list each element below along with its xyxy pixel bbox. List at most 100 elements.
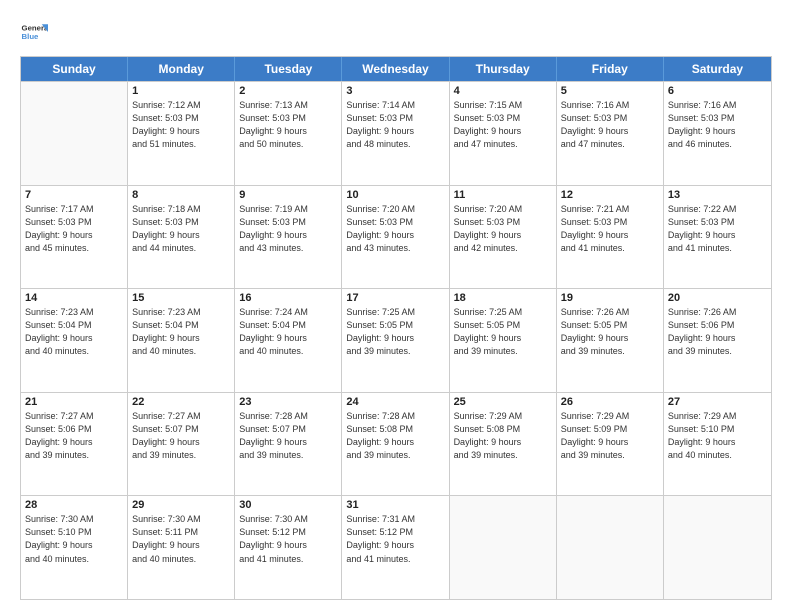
header-day-thursday: Thursday — [450, 57, 557, 81]
day-number: 16 — [239, 292, 337, 304]
cell-info: Sunrise: 7:13 AMSunset: 5:03 PMDaylight:… — [239, 99, 337, 151]
cell-info: Sunrise: 7:27 AMSunset: 5:06 PMDaylight:… — [25, 410, 123, 462]
day-number: 19 — [561, 292, 659, 304]
cell-info: Sunrise: 7:20 AMSunset: 5:03 PMDaylight:… — [346, 203, 444, 255]
day-number: 25 — [454, 396, 552, 408]
cell-info: Sunrise: 7:12 AMSunset: 5:03 PMDaylight:… — [132, 99, 230, 151]
header-day-sunday: Sunday — [21, 57, 128, 81]
calendar-header: SundayMondayTuesdayWednesdayThursdayFrid… — [21, 57, 771, 81]
calendar-cell: 8 Sunrise: 7:18 AMSunset: 5:03 PMDaylight… — [128, 186, 235, 289]
calendar-cell: 16 Sunrise: 7:24 AMSunset: 5:04 PMDayligh… — [235, 289, 342, 392]
cell-info: Sunrise: 7:23 AMSunset: 5:04 PMDaylight:… — [25, 306, 123, 358]
day-number: 26 — [561, 396, 659, 408]
calendar-cell: 26 Sunrise: 7:29 AMSunset: 5:09 PMDayligh… — [557, 393, 664, 496]
calendar-cell: 17Sunrise: 7:25 AMSunset: 5:05 PMDayligh… — [342, 289, 449, 392]
page: General Blue SundayMondayTuesdayWednesda… — [0, 0, 792, 612]
day-number: 6 — [668, 85, 767, 97]
cell-info: Sunrise: 7:25 AMSunset: 5:05 PMDaylight:… — [346, 306, 444, 358]
header-day-monday: Monday — [128, 57, 235, 81]
calendar-row-4: 21Sunrise: 7:27 AMSunset: 5:06 PMDayligh… — [21, 392, 771, 496]
day-number: 30 — [239, 499, 337, 511]
calendar-cell: 18 Sunrise: 7:25 AMSunset: 5:05 PMDayligh… — [450, 289, 557, 392]
calendar-cell: 19 Sunrise: 7:26 AMSunset: 5:05 PMDayligh… — [557, 289, 664, 392]
header: General Blue — [20, 18, 772, 46]
day-number: 2 — [239, 85, 337, 97]
day-number: 27 — [668, 396, 767, 408]
cell-info: Sunrise: 7:31 AMSunset: 5:12 PMDaylight:… — [346, 513, 444, 565]
calendar-cell — [664, 496, 771, 599]
calendar-cell: 9 Sunrise: 7:19 AMSunset: 5:03 PMDaylight… — [235, 186, 342, 289]
day-number: 24 — [346, 396, 444, 408]
calendar-cell — [21, 82, 128, 185]
calendar-row-5: 28Sunrise: 7:30 AMSunset: 5:10 PMDayligh… — [21, 495, 771, 599]
calendar-cell: 13Sunrise: 7:22 AMSunset: 5:03 PMDayligh… — [664, 186, 771, 289]
cell-info: Sunrise: 7:21 AMSunset: 5:03 PMDaylight:… — [561, 203, 659, 255]
calendar-row-1: 1 Sunrise: 7:12 AMSunset: 5:03 PMDaylight… — [21, 81, 771, 185]
calendar-cell: 24 Sunrise: 7:28 AMSunset: 5:08 PMDayligh… — [342, 393, 449, 496]
calendar-cell: 3Sunrise: 7:14 AMSunset: 5:03 PMDaylight… — [342, 82, 449, 185]
calendar-cell: 14 Sunrise: 7:23 AMSunset: 5:04 PMDayligh… — [21, 289, 128, 392]
calendar-cell: 10 Sunrise: 7:20 AMSunset: 5:03 PMDayligh… — [342, 186, 449, 289]
cell-info: Sunrise: 7:30 AMSunset: 5:11 PMDaylight:… — [132, 513, 230, 565]
day-number: 9 — [239, 189, 337, 201]
header-day-saturday: Saturday — [664, 57, 771, 81]
cell-info: Sunrise: 7:26 AMSunset: 5:06 PMDaylight:… — [668, 306, 767, 358]
calendar-cell: 31 Sunrise: 7:31 AMSunset: 5:12 PMDayligh… — [342, 496, 449, 599]
cell-info: Sunrise: 7:28 AMSunset: 5:08 PMDaylight:… — [346, 410, 444, 462]
cell-info: Sunrise: 7:28 AMSunset: 5:07 PMDaylight:… — [239, 410, 337, 462]
day-number: 20 — [668, 292, 767, 304]
cell-info: Sunrise: 7:29 AMSunset: 5:09 PMDaylight:… — [561, 410, 659, 462]
day-number: 31 — [346, 499, 444, 511]
calendar-cell: 7Sunrise: 7:17 AMSunset: 5:03 PMDaylight… — [21, 186, 128, 289]
calendar-cell: 15Sunrise: 7:23 AMSunset: 5:04 PMDayligh… — [128, 289, 235, 392]
day-number: 3 — [346, 85, 444, 97]
header-day-friday: Friday — [557, 57, 664, 81]
cell-info: Sunrise: 7:27 AMSunset: 5:07 PMDaylight:… — [132, 410, 230, 462]
calendar-cell: 6 Sunrise: 7:16 AMSunset: 5:03 PMDaylight… — [664, 82, 771, 185]
day-number: 5 — [561, 85, 659, 97]
day-number: 8 — [132, 189, 230, 201]
calendar-cell: 11 Sunrise: 7:20 AMSunset: 5:03 PMDayligh… — [450, 186, 557, 289]
cell-info: Sunrise: 7:23 AMSunset: 5:04 PMDaylight:… — [132, 306, 230, 358]
day-number: 12 — [561, 189, 659, 201]
logo-icon: General Blue — [20, 18, 48, 46]
cell-info: Sunrise: 7:26 AMSunset: 5:05 PMDaylight:… — [561, 306, 659, 358]
cell-info: Sunrise: 7:16 AMSunset: 5:03 PMDaylight:… — [668, 99, 767, 151]
day-number: 1 — [132, 85, 230, 97]
day-number: 28 — [25, 499, 123, 511]
day-number: 23 — [239, 396, 337, 408]
cell-info: Sunrise: 7:19 AMSunset: 5:03 PMDaylight:… — [239, 203, 337, 255]
day-number: 13 — [668, 189, 767, 201]
calendar-cell — [557, 496, 664, 599]
cell-info: Sunrise: 7:24 AMSunset: 5:04 PMDaylight:… — [239, 306, 337, 358]
cell-info: Sunrise: 7:16 AMSunset: 5:03 PMDaylight:… — [561, 99, 659, 151]
calendar-cell: 30 Sunrise: 7:30 AMSunset: 5:12 PMDayligh… — [235, 496, 342, 599]
day-number: 4 — [454, 85, 552, 97]
cell-info: Sunrise: 7:29 AMSunset: 5:10 PMDaylight:… — [668, 410, 767, 462]
calendar-cell: 25 Sunrise: 7:29 AMSunset: 5:08 PMDayligh… — [450, 393, 557, 496]
calendar: SundayMondayTuesdayWednesdayThursdayFrid… — [20, 56, 772, 600]
cell-info: Sunrise: 7:18 AMSunset: 5:03 PMDaylight:… — [132, 203, 230, 255]
cell-info: Sunrise: 7:25 AMSunset: 5:05 PMDaylight:… — [454, 306, 552, 358]
calendar-cell: 1 Sunrise: 7:12 AMSunset: 5:03 PMDaylight… — [128, 82, 235, 185]
day-number: 11 — [454, 189, 552, 201]
calendar-cell: 20 Sunrise: 7:26 AMSunset: 5:06 PMDayligh… — [664, 289, 771, 392]
header-day-wednesday: Wednesday — [342, 57, 449, 81]
cell-info: Sunrise: 7:30 AMSunset: 5:12 PMDaylight:… — [239, 513, 337, 565]
cell-info: Sunrise: 7:15 AMSunset: 5:03 PMDaylight:… — [454, 99, 552, 151]
calendar-cell: 27 Sunrise: 7:29 AMSunset: 5:10 PMDayligh… — [664, 393, 771, 496]
calendar-row-3: 14 Sunrise: 7:23 AMSunset: 5:04 PMDayligh… — [21, 288, 771, 392]
cell-info: Sunrise: 7:29 AMSunset: 5:08 PMDaylight:… — [454, 410, 552, 462]
calendar-cell: 29Sunrise: 7:30 AMSunset: 5:11 PMDayligh… — [128, 496, 235, 599]
day-number: 22 — [132, 396, 230, 408]
header-day-tuesday: Tuesday — [235, 57, 342, 81]
svg-text:Blue: Blue — [22, 32, 40, 41]
calendar-cell: 12 Sunrise: 7:21 AMSunset: 5:03 PMDayligh… — [557, 186, 664, 289]
calendar-cell: 22 Sunrise: 7:27 AMSunset: 5:07 PMDayligh… — [128, 393, 235, 496]
day-number: 14 — [25, 292, 123, 304]
day-number: 10 — [346, 189, 444, 201]
calendar-cell — [450, 496, 557, 599]
day-number: 18 — [454, 292, 552, 304]
calendar-body: 1 Sunrise: 7:12 AMSunset: 5:03 PMDaylight… — [21, 81, 771, 599]
cell-info: Sunrise: 7:20 AMSunset: 5:03 PMDaylight:… — [454, 203, 552, 255]
